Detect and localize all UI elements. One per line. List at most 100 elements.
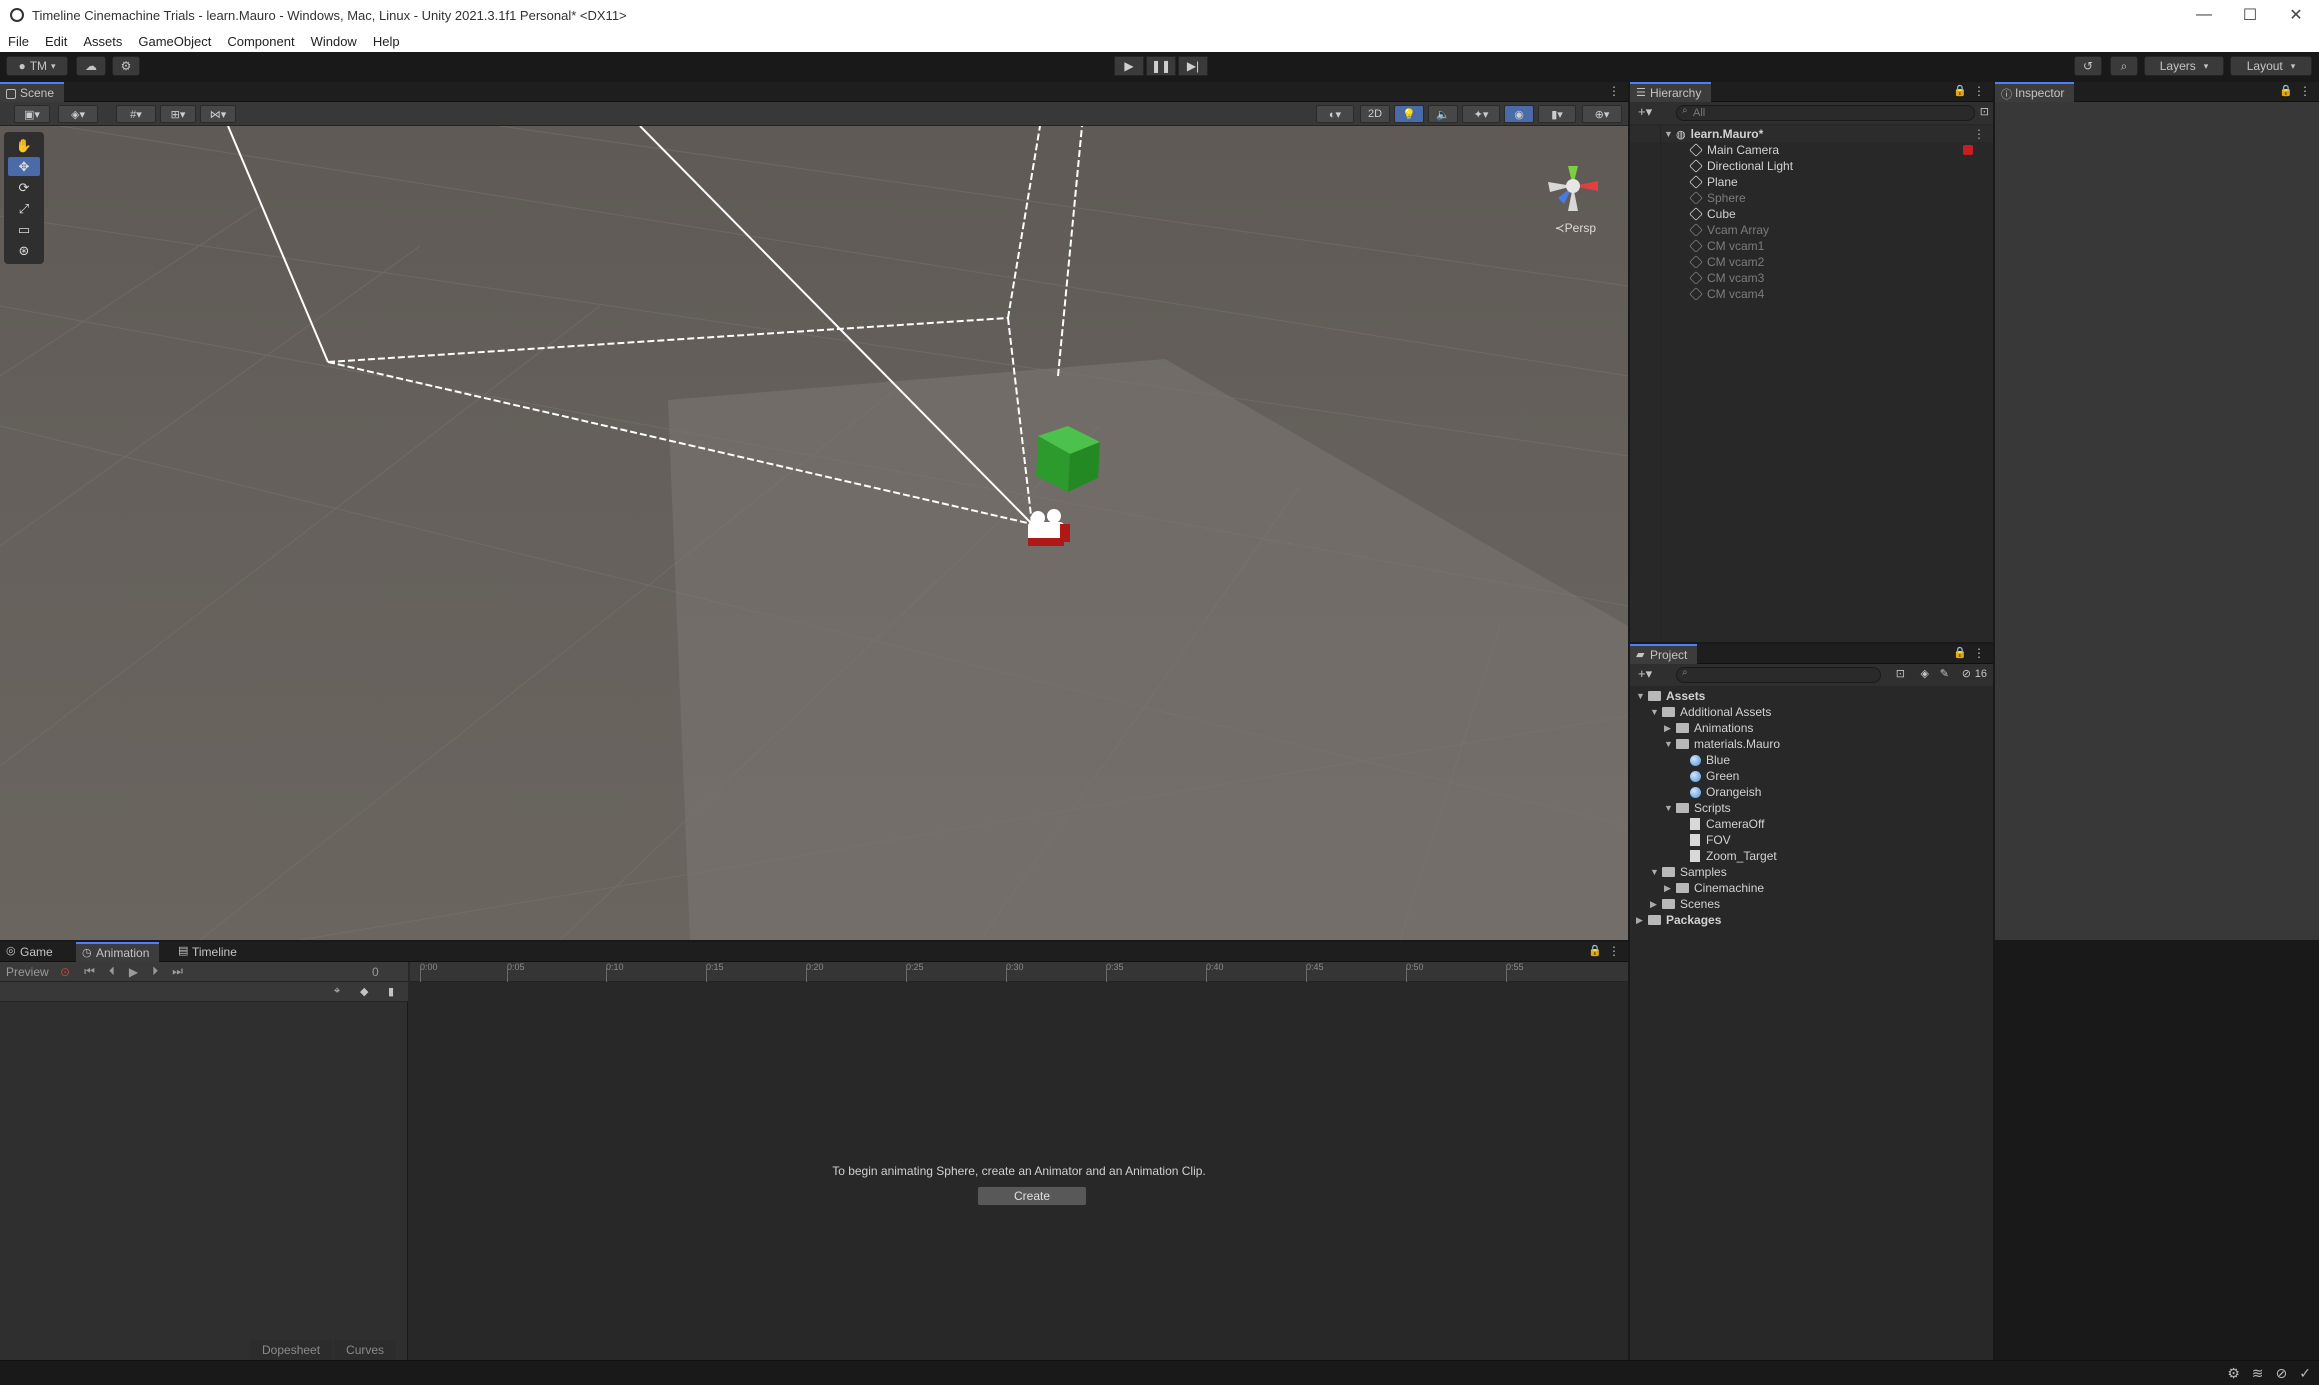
close-button[interactable]: ✕ [2273, 0, 2319, 30]
menu-file[interactable]: File [0, 34, 37, 49]
project-folder-animations[interactable]: ▶ Animations [1630, 720, 1993, 736]
draw-mode-dropdown[interactable]: ▣▾ [14, 105, 50, 123]
search-by-type-icon[interactable]: ⊡ [1896, 667, 1905, 680]
fold-arrow-icon[interactable]: ▼ [1664, 129, 1674, 139]
fold-arrow-icon[interactable]: ▶ [1636, 915, 1646, 926]
add-button[interactable]: +▾ [1638, 666, 1652, 682]
search-options-icon[interactable]: ⊡ [1980, 105, 1989, 118]
scene-root-row[interactable]: ▼ ◍ learn.Mauro* ⋮ [1630, 126, 1993, 142]
fold-arrow-icon[interactable]: ▼ [1664, 803, 1674, 813]
project-script-cameraoff[interactable]: CameraOff [1630, 816, 1993, 832]
first-key-button[interactable]: ⏮ [84, 964, 95, 979]
panel-menu-icon[interactable]: ⋮ [1973, 84, 1985, 98]
favorite-icon[interactable]: ✎ [1940, 667, 1949, 680]
project-folder-scenes[interactable]: ▶ Scenes [1630, 896, 1993, 912]
transform-tool-icon[interactable]: ⊛ [8, 241, 40, 260]
project-folder-assets[interactable]: ▼ Assets [1630, 688, 1993, 704]
project-material-green[interactable]: Green [1630, 768, 1993, 784]
menu-help[interactable]: Help [365, 34, 408, 49]
hand-tool-icon[interactable]: ✋ [8, 136, 40, 155]
move-tool-icon[interactable]: ✥ [8, 157, 40, 176]
fold-arrow-icon[interactable]: ▶ [1664, 723, 1674, 734]
project-folder-cinemachine[interactable]: ▶ Cinemachine [1630, 880, 1993, 896]
hierarchy-item-directional-light[interactable]: Directional Light [1630, 158, 1993, 174]
frame-input[interactable]: 0 [372, 965, 379, 979]
add-event-icon[interactable]: ▮ [388, 985, 394, 998]
collab-button[interactable]: ⚙ [112, 56, 140, 76]
menu-edit[interactable]: Edit [37, 34, 75, 49]
layers-dropdown[interactable]: Layers ▾ [2144, 56, 2224, 76]
hierarchy-item-cm-vcam1[interactable]: CM vcam1 [1630, 238, 1993, 254]
panel-menu-icon[interactable]: ⋮ [1608, 84, 1620, 98]
shading-dropdown[interactable]: ◐▾ [1316, 105, 1354, 123]
hierarchy-item-cm-vcam2[interactable]: CM vcam2 [1630, 254, 1993, 270]
lock-icon[interactable]: 🔒 [1588, 944, 1602, 957]
menu-assets[interactable]: Assets [75, 34, 130, 49]
layers-status-icon[interactable]: ≋ [2252, 1365, 2264, 1382]
panel-menu-icon[interactable]: ⋮ [1973, 646, 1985, 660]
fold-arrow-icon[interactable]: ▶ [1650, 899, 1660, 910]
lock-icon[interactable]: 🔒 [1953, 646, 1967, 659]
progress-icon[interactable]: ✓ [2299, 1365, 2311, 1382]
filter-icon[interactable]: ⌖ [334, 985, 340, 998]
hierarchy-item-cube[interactable]: Cube [1630, 206, 1993, 222]
projection-label[interactable]: ≺Persp [1555, 221, 1596, 235]
fold-arrow-icon[interactable]: ▼ [1664, 739, 1674, 749]
scene-viewport[interactable]: ✋ ✥ ⟳ ⤢ ▭ ⊛ ≺Persp [0, 126, 1628, 940]
menu-window[interactable]: Window [303, 34, 365, 49]
project-material-blue[interactable]: Blue [1630, 752, 1993, 768]
next-key-button[interactable]: ⏵ [152, 964, 158, 979]
grid-dropdown[interactable]: ⊞▾ [160, 105, 196, 123]
hierarchy-item-cm-vcam4[interactable]: CM vcam4 [1630, 286, 1993, 302]
fold-arrow-icon[interactable]: ▶ [1664, 883, 1674, 894]
menu-component[interactable]: Component [219, 34, 302, 49]
camera-dropdown[interactable]: ▮▾ [1538, 105, 1576, 123]
fold-arrow-icon[interactable]: ▼ [1650, 707, 1660, 717]
project-script-zoom-target[interactable]: Zoom_Target [1630, 848, 1993, 864]
fold-arrow-icon[interactable]: ▼ [1650, 867, 1660, 877]
scene-visibility-toggle[interactable]: ◉ [1504, 105, 1534, 123]
step-button[interactable]: ▶| [1178, 56, 1208, 76]
hidden-packages-icon[interactable]: ⊘ [1962, 667, 1971, 680]
hierarchy-item-main-camera[interactable]: Main Camera [1630, 142, 1993, 158]
preview-toggle[interactable]: Preview [0, 965, 60, 979]
project-material-orangeish[interactable]: Orangeish [1630, 784, 1993, 800]
cloud-button[interactable]: ☁ [76, 56, 106, 76]
project-folder-scripts[interactable]: ▼ Scripts [1630, 800, 1993, 816]
search-button[interactable]: ⌕ [2110, 56, 2138, 76]
layout-dropdown[interactable]: Layout ▾ [2230, 56, 2312, 76]
project-folder-samples[interactable]: ▼ Samples [1630, 864, 1993, 880]
last-key-button[interactable]: ⏭ [172, 964, 183, 979]
lock-icon[interactable]: 🔒 [1953, 84, 1967, 97]
scale-tool-icon[interactable]: ⤢ [8, 199, 40, 218]
curves-tab[interactable]: Curves [334, 1340, 396, 1360]
project-folder-packages[interactable]: ▶ Packages [1630, 912, 1993, 928]
account-dropdown[interactable]: ● TM ▾ [6, 56, 68, 76]
lighting-toggle[interactable]: 💡 [1394, 105, 1424, 123]
tab-animation[interactable]: ◷ Animation [76, 942, 159, 962]
play-button[interactable]: ▶ [1114, 56, 1144, 76]
gizmos-dropdown[interactable]: ⊕▾ [1582, 105, 1622, 123]
add-keyframe-icon[interactable]: ◆ [360, 985, 368, 998]
tab-project[interactable]: ▰ Project [1630, 644, 1697, 664]
play-animation-button[interactable]: ▶ [129, 965, 138, 979]
add-button[interactable]: +▾ [1638, 104, 1652, 120]
hierarchy-search-input[interactable]: All [1676, 105, 1975, 121]
maximize-button[interactable]: ☐ [2227, 0, 2273, 30]
dopesheet-tab[interactable]: Dopesheet [250, 1340, 332, 1360]
render-mode-dropdown[interactable]: ◈▾ [58, 105, 98, 123]
increment-snap-dropdown[interactable]: ⋈▾ [200, 105, 236, 123]
audio-toggle[interactable]: 🔈 [1428, 105, 1458, 123]
tab-scene[interactable]: Scene [0, 82, 64, 102]
tab-timeline[interactable]: ▤ Timeline [172, 942, 247, 962]
project-script-fov[interactable]: FOV [1630, 832, 1993, 848]
tab-hierarchy[interactable]: ☰ Hierarchy [1630, 82, 1711, 102]
fold-arrow-icon[interactable]: ▼ [1636, 691, 1646, 701]
history-button[interactable]: ↺ [2074, 56, 2102, 76]
scene-menu-icon[interactable]: ⋮ [1973, 127, 1985, 141]
effects-dropdown[interactable]: ✦▾ [1462, 105, 1500, 123]
pause-button[interactable]: ❚❚ [1146, 56, 1176, 76]
search-by-label-icon[interactable]: ◈ [1921, 667, 1929, 680]
rect-tool-icon[interactable]: ▭ [8, 220, 40, 239]
create-animation-button[interactable]: Create [977, 1186, 1087, 1206]
